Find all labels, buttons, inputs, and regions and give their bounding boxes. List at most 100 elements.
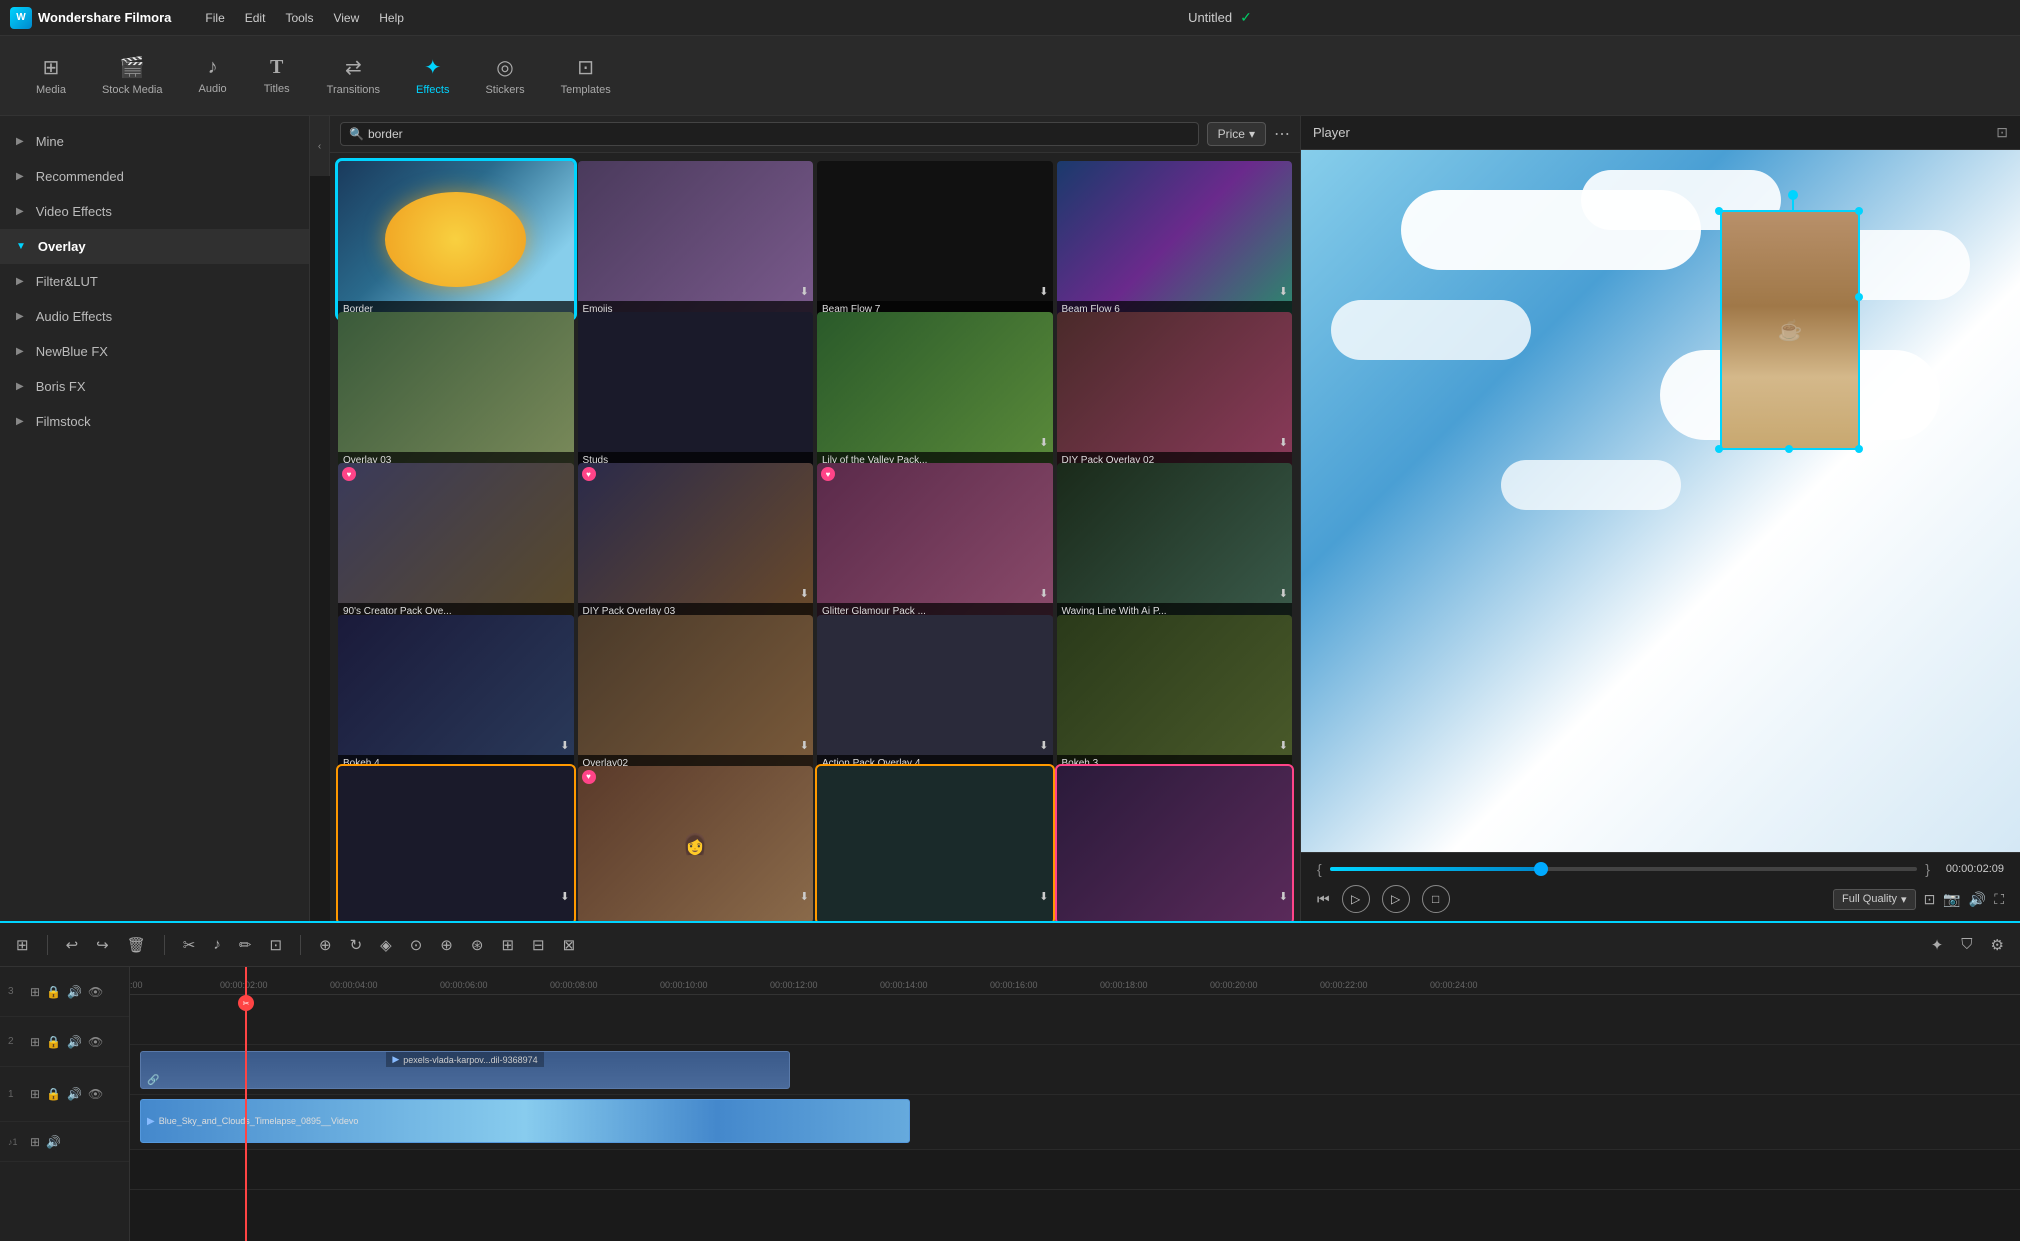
more-options-btn[interactable]: ⋯ (1274, 124, 1290, 144)
effect-item-14[interactable]: ⬇Overlay02 (578, 615, 814, 772)
menu-help[interactable]: Help (371, 7, 412, 29)
handle-tl[interactable] (1715, 207, 1723, 215)
effect-item-13[interactable]: ⬇Bokeh 4 (338, 615, 574, 772)
nav-mine[interactable]: ▶ Mine (0, 124, 309, 159)
play-btn[interactable]: ▷ (1382, 885, 1410, 913)
tl-split-btn[interactable]: ⊟ (528, 934, 549, 956)
tl-pen-btn[interactable]: ✏ (235, 934, 256, 956)
effect-item-17[interactable]: ⬇ (338, 766, 574, 921)
tl-keyframe-btn[interactable]: ⊕ (315, 934, 336, 956)
track-a1-add-icon[interactable]: ⊞ (30, 1135, 40, 1149)
nav-filmstock[interactable]: ▶ Filmstock (0, 404, 309, 439)
track-1-lock-icon[interactable]: 🔒 (46, 1087, 61, 1101)
price-filter-btn[interactable]: Price ▾ (1207, 122, 1266, 146)
handle-top-circle[interactable] (1788, 190, 1798, 200)
track-2-mute-icon[interactable]: 🔊 (67, 1035, 82, 1049)
tl-bg-btn[interactable]: ⊞ (497, 934, 518, 956)
tl-snap-btn[interactable]: ✦ (1927, 934, 1948, 956)
tl-rotate-btn[interactable]: ↻ (346, 934, 367, 956)
toolbar-transitions[interactable]: ⇄ Transitions (311, 47, 396, 104)
track-3-mute-icon[interactable]: 🔊 (67, 985, 82, 999)
stop-btn[interactable]: □ (1422, 885, 1450, 913)
nav-recommended[interactable]: ▶ Recommended (0, 159, 309, 194)
skip-back-btn[interactable]: ⏮ (1317, 891, 1330, 908)
toolbar-templates[interactable]: ⊡ Templates (545, 47, 627, 104)
toolbar-stock[interactable]: 🎬 Stock Media (86, 47, 179, 104)
nav-newblue-fx[interactable]: ▶ NewBlue FX (0, 334, 309, 369)
tl-speed-btn[interactable]: ⊙ (406, 934, 427, 956)
track-3-eye-icon[interactable]: 👁 (88, 985, 103, 999)
track-2-eye-icon[interactable]: 👁 (88, 1035, 103, 1049)
handle-bm[interactable] (1785, 445, 1793, 453)
tl-color-btn[interactable]: ◈ (376, 934, 396, 956)
toolbar-media[interactable]: ⊞ Media (20, 47, 82, 104)
effect-item-20[interactable]: ⬇ (1057, 766, 1293, 921)
tl-shield-btn[interactable]: ⛉ (1957, 934, 1976, 955)
effect-item-7[interactable]: ⬇Lily of the Valley Pack... (817, 312, 1053, 469)
track-a1-mute-icon[interactable]: 🔊 (46, 1135, 61, 1149)
fullscreen-btn[interactable]: ⛶ (1994, 891, 2004, 908)
effect-item-1[interactable]: Border (338, 161, 574, 318)
track-1-add-icon[interactable]: ⊞ (30, 1087, 40, 1101)
player-expand-icon[interactable]: ⊡ (1996, 124, 2008, 141)
handle-mr[interactable] (1855, 293, 1863, 301)
effect-item-5[interactable]: Overlay 03 (338, 312, 574, 469)
effect-item-15[interactable]: ⬇Action Pack Overlay 4 (817, 615, 1053, 772)
nav-video-effects[interactable]: ▶ Video Effects (0, 194, 309, 229)
effect-item-4[interactable]: ⬇Beam Flow 6 (1057, 161, 1293, 318)
quality-btn[interactable]: Full Quality ▾ (1833, 889, 1916, 910)
nav-overlay[interactable]: ▼ Overlay (0, 229, 309, 264)
track-1-clip[interactable]: ▶ Blue_Sky_and_Clouds_Timelapse_0895__Vi… (140, 1099, 910, 1143)
tl-crop-btn[interactable]: ⊡ (265, 934, 286, 956)
toolbar-titles[interactable]: T Titles (247, 48, 307, 103)
menu-edit[interactable]: Edit (237, 7, 274, 29)
tl-undo-btn[interactable]: ↩ (62, 934, 83, 956)
track-3-lock-icon[interactable]: 🔒 (46, 985, 61, 999)
effect-item-12[interactable]: ⬇Waving Line With Ai P... (1057, 463, 1293, 620)
effect-item-10[interactable]: ♥⬇DIY Pack Overlay 03 (578, 463, 814, 620)
track-1-eye-icon[interactable]: 👁 (88, 1087, 103, 1101)
effect-item-16[interactable]: ⬇Bokeh 3 (1057, 615, 1293, 772)
effect-item-18[interactable]: 👩♥⬇ (578, 766, 814, 921)
handle-br[interactable] (1855, 445, 1863, 453)
step-back-btn[interactable]: ▷ (1342, 885, 1370, 913)
tl-redo-btn[interactable]: ↪ (92, 934, 113, 956)
effect-item-19[interactable]: ⬇ (817, 766, 1053, 921)
bracket-right-btn[interactable]: } (1925, 861, 1930, 877)
tl-more-btn[interactable]: ⊠ (559, 934, 580, 956)
tl-settings-btn[interactable]: ⚙ (1987, 934, 2008, 956)
volume-btn[interactable]: 🔊 (1969, 891, 1986, 908)
progress-bar[interactable] (1330, 867, 1918, 871)
toolbar-audio[interactable]: ♪ Audio (183, 48, 243, 103)
track-1-mute-icon[interactable]: 🔊 (67, 1087, 82, 1101)
effect-item-2[interactable]: ⬇Emojis (578, 161, 814, 318)
tl-grid-btn[interactable]: ⊞ (12, 934, 33, 956)
tl-3d-btn[interactable]: ⊛ (467, 934, 488, 956)
collapse-panel-btn[interactable]: ‹ (310, 116, 330, 176)
handle-tr[interactable] (1855, 207, 1863, 215)
menu-file[interactable]: File (197, 7, 232, 29)
tl-stabilize-btn[interactable]: ⊕ (436, 934, 457, 956)
screenshot-btn[interactable]: 📷 (1943, 891, 1960, 908)
effect-item-3[interactable]: ⬇Beam Flow 7 (817, 161, 1053, 318)
menu-tools[interactable]: Tools (277, 7, 321, 29)
toolbar-effects[interactable]: ✦ Effects (400, 47, 465, 104)
handle-bl[interactable] (1715, 445, 1723, 453)
bracket-left-btn[interactable]: { (1317, 861, 1322, 877)
nav-filter-lut[interactable]: ▶ Filter&LUT (0, 264, 309, 299)
effect-item-9[interactable]: ♥90's Creator Pack Ove... (338, 463, 574, 620)
tl-delete-btn[interactable]: 🗑 (123, 934, 150, 956)
track-2-add-icon[interactable]: ⊞ (30, 1035, 40, 1049)
effect-item-11[interactable]: ♥⬇Glitter Glamour Pack ... (817, 463, 1053, 620)
toolbar-stickers[interactable]: ◎ Stickers (469, 47, 540, 104)
nav-audio-effects[interactable]: ▶ Audio Effects (0, 299, 309, 334)
track-2-clip[interactable]: ▶ pexels-vlada-karpov...dil-9368974 🔗 (140, 1051, 790, 1089)
tl-audio-btn[interactable]: ♪ (209, 934, 225, 955)
nav-boris-fx[interactable]: ▶ Boris FX (0, 369, 309, 404)
track-3-add-icon[interactable]: ⊞ (30, 985, 40, 999)
progress-handle[interactable] (1534, 862, 1548, 876)
track-2-lock-icon[interactable]: 🔒 (46, 1035, 61, 1049)
fit-screen-btn[interactable]: ⊡ (1924, 891, 1936, 908)
search-input[interactable] (368, 127, 1190, 141)
menu-view[interactable]: View (325, 7, 367, 29)
